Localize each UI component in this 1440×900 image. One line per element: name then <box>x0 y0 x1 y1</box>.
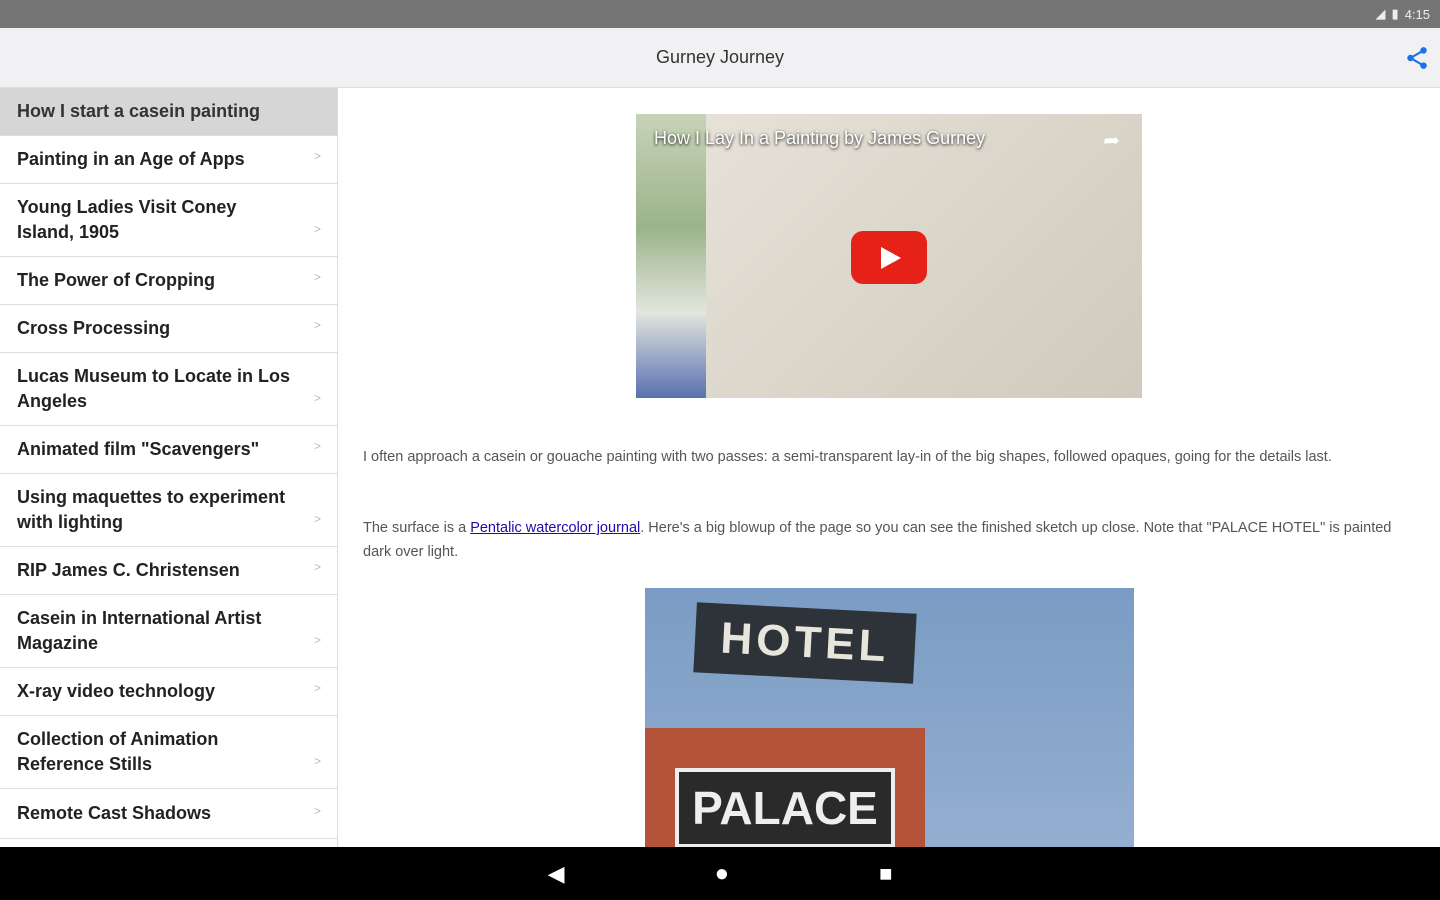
sidebar-item-label: Painting in an Age of Apps <box>17 149 245 169</box>
chevron-right-icon: > <box>313 633 321 647</box>
palace-sign: PALACE <box>675 768 895 847</box>
sidebar-item-label: Casein in International Artist Magazine <box>17 608 262 653</box>
sidebar-item[interactable]: Using maquettes to experiment with light… <box>0 474 337 547</box>
sidebar-item[interactable]: The Power of Cropping > <box>0 257 337 305</box>
clock: 4:15 <box>1404 6 1430 22</box>
sidebar-item-label: Using maquettes to experiment with light… <box>17 487 286 532</box>
video-share-icon[interactable]: ➦ <box>1103 128 1120 153</box>
sidebar-item[interactable]: Animated film "Scavengers" > <box>0 426 337 474</box>
page-title: Gurney Journey <box>655 47 785 67</box>
share-icon[interactable] <box>1404 45 1430 71</box>
sidebar-item-label: Young Ladies Visit Coney Island, 1905 <box>17 197 237 242</box>
chevron-right-icon: > <box>313 149 321 163</box>
sidebar-item-label: Collection of Animation Reference Stills <box>17 729 219 774</box>
sidebar-item[interactable]: Cross Processing > <box>0 305 337 353</box>
sidebar-item[interactable]: Young Ladies Visit Coney Island, 1905 > <box>0 184 337 257</box>
chevron-right-icon: > <box>313 222 321 236</box>
signal-icon: ◢ <box>1375 6 1386 21</box>
paragraph-2: The surface is a Pentalic watercolor jou… <box>363 516 1418 564</box>
chevron-right-icon: > <box>313 512 321 526</box>
home-icon[interactable]: ● <box>715 860 730 888</box>
sidebar-item[interactable]: Collection of Animation Reference Stills… <box>0 716 337 789</box>
sidebar-item-label: Remote Cast Shadows <box>17 803 212 823</box>
article-content: How I Lay In a Painting by James Gurney … <box>338 88 1440 847</box>
chevron-right-icon: > <box>313 681 321 695</box>
video-title: How I Lay In a Painting by James Gurney <box>654 128 986 148</box>
sidebar-item[interactable]: How I start a casein painting <box>0 88 337 136</box>
chevron-right-icon: > <box>313 391 321 405</box>
chevron-right-icon: > <box>313 804 321 818</box>
hotel-sign: HOTEL <box>693 602 917 684</box>
sidebar-item[interactable]: RIP James C. Christensen > <box>0 547 337 595</box>
sidebar-item[interactable]: Remote Cast Shadows > <box>0 789 337 839</box>
paragraph-1: I often approach a casein or gouache pai… <box>363 449 1332 465</box>
play-button[interactable] <box>851 231 927 284</box>
sidebar-item[interactable]: Painting in an Age of Apps > <box>0 136 337 184</box>
chevron-right-icon: > <box>313 560 321 574</box>
recents-icon[interactable]: ■ <box>879 861 892 887</box>
pentalic-link[interactable]: Pentalic watercolor journal <box>470 520 640 536</box>
battery-icon: ▮ <box>1391 6 1399 21</box>
sidebar-item[interactable]: Lucas Museum to Locate in Los Angeles > <box>0 353 337 426</box>
sidebar-item-label: Cross Processing <box>17 318 171 338</box>
back-icon[interactable]: ◀ <box>548 861 565 887</box>
chevron-right-icon: > <box>313 754 321 768</box>
sidebar-item-label: RIP James C. Christensen <box>17 560 240 580</box>
text: The surface is a <box>363 520 471 536</box>
chevron-right-icon: > <box>313 270 321 284</box>
sidebar-item-label: The Power of Cropping <box>17 270 215 290</box>
sidebar-item[interactable]: X-ray video technology > <box>0 668 337 716</box>
status-bar: ◢ ▮ 4:15 <box>0 0 1440 28</box>
sidebar-item-label: X-ray video technology <box>17 681 216 701</box>
video-thumbnail <box>636 114 706 398</box>
chevron-right-icon: > <box>313 318 321 332</box>
sidebar-item-label: How I start a casein painting <box>17 101 261 121</box>
app-bar: Gurney Journey <box>0 28 1440 88</box>
palace-hotel-painting: HOTEL PALACE <box>645 588 1134 847</box>
video-player[interactable]: How I Lay In a Painting by James Gurney … <box>636 114 1142 398</box>
navigation-bar: ◀ ● ■ <box>0 847 1440 900</box>
sidebar-item-label: Animated film "Scavengers" <box>17 439 260 459</box>
sidebar-item-label: Lucas Museum to Locate in Los Angeles <box>17 366 291 411</box>
chevron-right-icon: > <box>313 439 321 453</box>
sidebar-item[interactable]: Casein in International Artist Magazine > <box>0 595 337 668</box>
article-list: How I start a casein painting Painting in… <box>0 88 338 847</box>
